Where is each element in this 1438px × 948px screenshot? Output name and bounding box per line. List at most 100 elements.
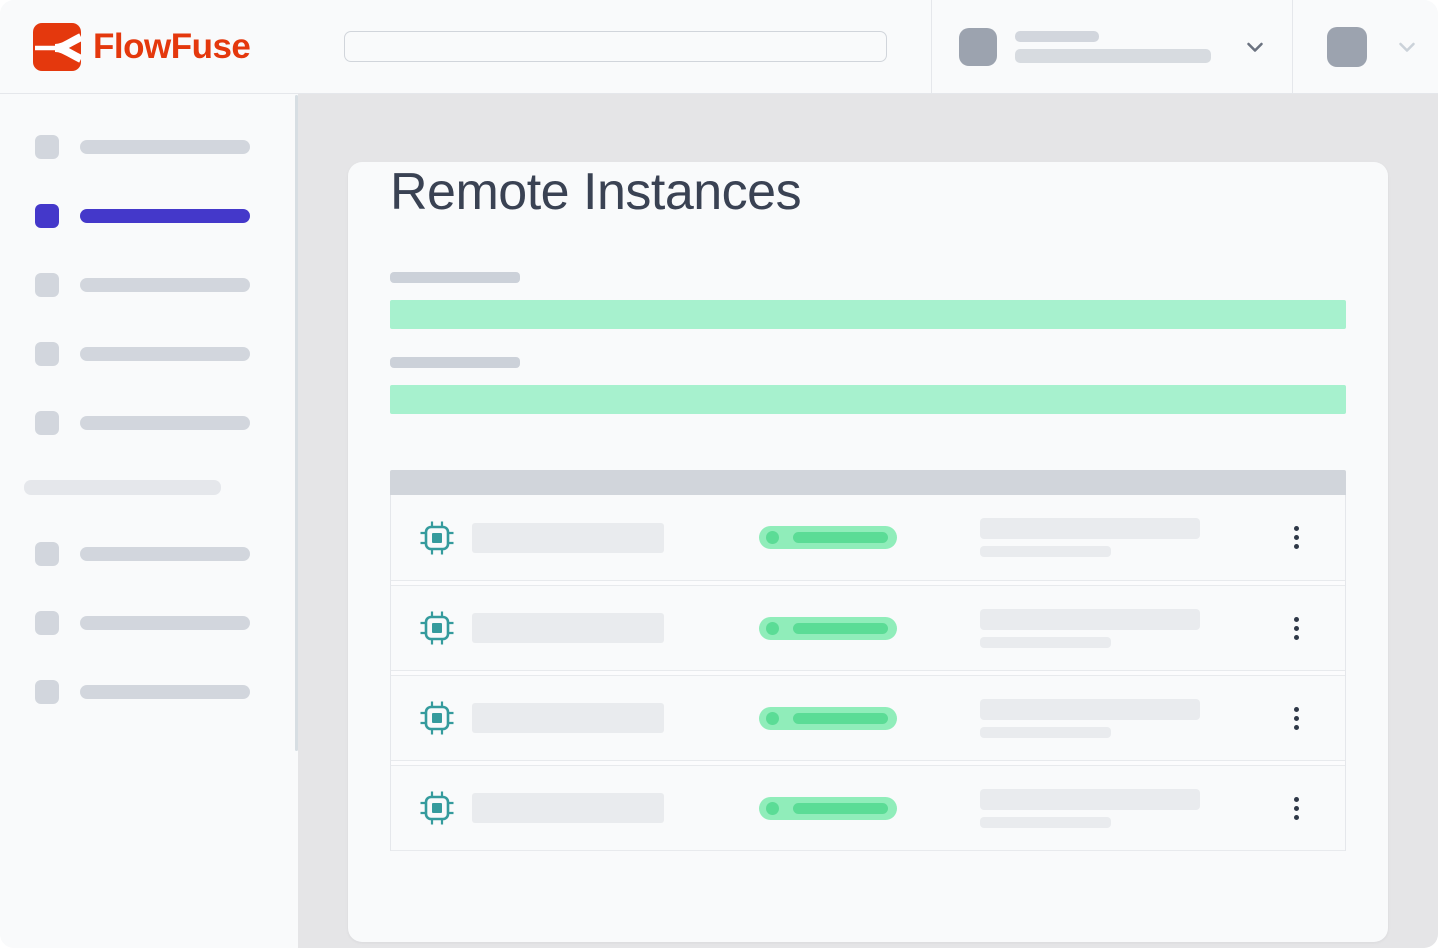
nav-item-icon-placeholder [35,680,59,704]
team-selector-menu[interactable] [932,0,1292,93]
status-pill [759,797,897,820]
form-field [390,357,1346,414]
sidebar-scrollbar[interactable] [295,95,298,751]
sidebar [0,94,298,948]
chevron-down-icon [1243,35,1267,59]
instance-meta [980,789,1200,828]
top-header: FlowFuse [0,0,1438,94]
meta-placeholder-short [980,637,1111,648]
team-label-placeholder-short [1015,31,1099,42]
kebab-dot [1294,815,1299,820]
status-label-placeholder [793,803,888,814]
sidebar-nav-item[interactable] [35,411,298,435]
kebab-dot [1294,526,1299,531]
instance-row[interactable] [391,765,1345,851]
status-pill [759,617,897,640]
sidebar-section-heading-placeholder [24,480,221,495]
status-label-placeholder [793,532,888,543]
status-pill [759,707,897,730]
instance-row[interactable] [391,585,1345,671]
status-label-placeholder [793,713,888,724]
status-dot [766,622,779,635]
team-avatar [959,28,997,66]
instance-meta [980,518,1200,557]
nav-item-label-placeholder [80,547,250,561]
kebab-dot [1294,535,1299,540]
meta-placeholder-long [980,699,1200,720]
kebab-dot [1294,707,1299,712]
nav-item-label-placeholder [80,685,250,699]
instance-row[interactable] [391,675,1345,761]
status-dot [766,712,779,725]
page-title: Remote Instances [390,162,1346,222]
instance-meta [980,609,1200,648]
flowfuse-logo-icon [33,23,81,71]
instance-name-placeholder [472,613,664,643]
sidebar-nav-item[interactable] [35,135,298,159]
content-card: Remote Instances [348,162,1388,942]
kebab-dot [1294,635,1299,640]
instance-meta [980,699,1200,738]
nav-item-label-placeholder [80,209,250,223]
user-menu[interactable] [1293,0,1438,93]
meta-placeholder-long [980,518,1200,539]
meta-placeholder-short [980,727,1111,738]
status-label-placeholder [793,623,888,634]
kebab-dot [1294,725,1299,730]
nav-item-label-placeholder [80,416,250,430]
nav-item-icon-placeholder [35,273,59,297]
device-chip-icon [419,520,455,556]
chevron-down-icon [1395,35,1419,59]
instance-name-placeholder [472,523,664,553]
kebab-dot [1294,626,1299,631]
row-actions-kebab-button[interactable] [1288,791,1305,826]
kebab-dot [1294,716,1299,721]
field-input-highlighted[interactable] [390,385,1346,414]
row-actions-kebab-button[interactable] [1288,701,1305,736]
field-label-placeholder [390,357,520,368]
nav-item-icon-placeholder [35,611,59,635]
form-field [390,272,1346,329]
table-header-placeholder [390,470,1346,495]
sidebar-nav-item[interactable] [35,204,298,228]
device-chip-icon [419,700,455,736]
header-right [931,0,1438,93]
nav-item-icon-placeholder [35,204,59,228]
nav-item-icon-placeholder [35,342,59,366]
brand[interactable]: FlowFuse [33,23,250,71]
meta-placeholder-short [980,817,1111,828]
user-avatar [1327,27,1367,67]
team-label-placeholder-long [1015,49,1211,63]
nav-item-label-placeholder [80,140,250,154]
instance-name-placeholder [472,703,664,733]
instance-row[interactable] [391,495,1345,581]
device-chip-icon [419,790,455,826]
form-fields [390,272,1346,414]
instance-name-placeholder [472,793,664,823]
sidebar-nav-item[interactable] [35,680,298,704]
app-body: Remote Instances [0,94,1438,948]
kebab-dot [1294,797,1299,802]
sidebar-nav-item[interactable] [35,611,298,635]
kebab-dot [1294,617,1299,622]
row-actions-kebab-button[interactable] [1288,611,1305,646]
field-input-highlighted[interactable] [390,300,1346,329]
instances-table [390,470,1346,851]
meta-placeholder-long [980,789,1200,810]
nav-item-label-placeholder [80,278,250,292]
kebab-dot [1294,544,1299,549]
meta-placeholder-short [980,546,1111,557]
nav-item-icon-placeholder [35,542,59,566]
kebab-dot [1294,806,1299,811]
meta-placeholder-long [980,609,1200,630]
sidebar-nav [0,94,298,704]
status-dot [766,531,779,544]
sidebar-nav-item[interactable] [35,542,298,566]
main-area: Remote Instances [298,94,1438,948]
nav-item-label-placeholder [80,616,250,630]
status-pill [759,526,897,549]
sidebar-nav-item[interactable] [35,342,298,366]
row-actions-kebab-button[interactable] [1288,520,1305,555]
sidebar-nav-item[interactable] [35,273,298,297]
header-search-input[interactable] [344,31,887,62]
